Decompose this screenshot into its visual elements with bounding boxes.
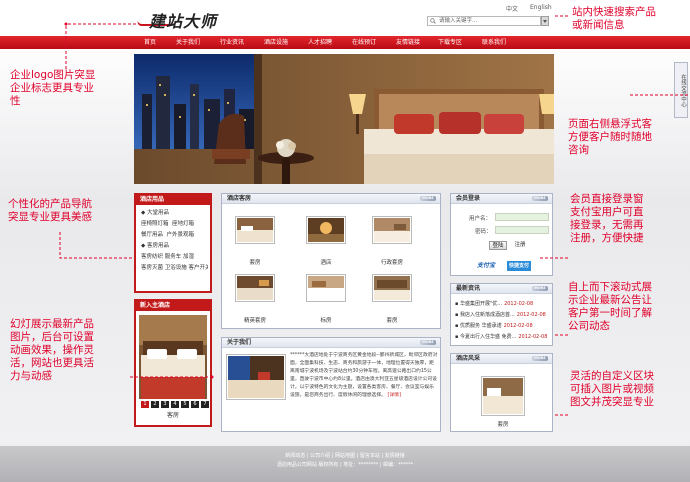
slide-dot[interactable]: 6 xyxy=(191,401,199,408)
room-caption: 标房 xyxy=(320,318,332,324)
room-caption: 酒店 xyxy=(320,260,332,266)
product-nav-item[interactable]: ◆ 大堂用品 xyxy=(141,208,208,219)
slide-dot[interactable]: 3 xyxy=(161,401,169,408)
footer-copyright: 酒店用品公司网站 版权所有 | 地址：******** | 邮编：****** xyxy=(276,462,414,468)
username-field[interactable] xyxy=(495,213,549,221)
search-icon xyxy=(430,18,436,24)
register-button[interactable]: 注册 xyxy=(511,241,529,250)
slide-dot[interactable]: 1 xyxy=(141,401,149,408)
logo-text: 建站大师 xyxy=(149,12,218,31)
room-thumbnail[interactable] xyxy=(235,274,275,302)
about-details-link[interactable]: [详情] xyxy=(387,393,400,398)
search-placeholder: 请输入关键字... xyxy=(439,18,478,24)
nav-links[interactable]: 友情链接 xyxy=(396,36,420,49)
footer-links[interactable]: 新闻动态 | 公司介绍 | 网站地图 | 留言本站 | 友情链接 xyxy=(0,452,690,459)
product-nav-item[interactable]: ◆ 客房用品 xyxy=(141,241,208,252)
room-thumbnail[interactable] xyxy=(306,274,346,302)
footer: 新闻动态 | 公司介绍 | 网站地图 | 留言本站 | 友情链接 酒店用品公司网… xyxy=(0,446,690,482)
lang-chinese-link[interactable]: 中文 xyxy=(506,4,518,13)
password-field[interactable] xyxy=(495,226,549,234)
room-thumbnail[interactable] xyxy=(372,274,412,302)
slide-dot[interactable]: 2 xyxy=(151,401,159,408)
login-more-button[interactable]: MORE xyxy=(532,196,548,201)
floating-chat-tab[interactable]: 在线交流中心 xyxy=(674,62,688,118)
slideshow-panel: 新入主酒店 1 2 3 4 5 6 7 客房 xyxy=(134,299,212,427)
annotation-search: 站内快速搜索产品 或新闻信息 xyxy=(572,6,656,31)
banner-image xyxy=(134,54,554,184)
search-dropdown-button[interactable] xyxy=(541,16,549,26)
room-caption: 套房 xyxy=(386,318,398,324)
news-item[interactable]: ▪ 优质服务 华盛承诺 2012-02-08 xyxy=(455,322,551,329)
custom-block-panel: 酒店风采 MORE 套房 xyxy=(450,353,553,432)
product-nav-item[interactable]: 客房纺织 服务车 加湿 xyxy=(141,252,208,263)
nav-about[interactable]: 关于我们 xyxy=(176,36,200,49)
annotation-logo: 企业logo图片突显 企业标志更具专业 性 xyxy=(10,69,96,107)
password-label: 密码： xyxy=(475,229,492,235)
news-more-button[interactable]: MORE xyxy=(532,286,548,291)
username-label: 用户名： xyxy=(469,216,492,222)
room-caption: 套房 xyxy=(249,260,261,266)
about-panel: 关于我们 MORE ******大酒店地处于宁波商务区黄金地段--鄞州新城区，毗… xyxy=(221,337,441,432)
slide-dot[interactable]: 5 xyxy=(181,401,189,408)
about-title: 关于我们 xyxy=(227,339,252,346)
product-nav-item[interactable]: 餐厅用品 户外景观箱 xyxy=(141,230,208,241)
news-item[interactable]: ▪ 华盛集团开展"优... 2012-02-08 xyxy=(455,300,551,307)
nav-contact[interactable]: 联系我们 xyxy=(482,36,506,49)
room-thumbnail[interactable] xyxy=(235,216,275,244)
about-text: ******大酒店地处于宁波商务区黄金地段--鄞州新城区，毗邻区政府对面，全面集… xyxy=(290,352,438,400)
product-nav-title: 酒店用品 xyxy=(136,195,210,205)
login-panel: 会员登录 MORE 用户名： 密码： 登陆 注册 支付宝 快捷支付 xyxy=(450,193,553,276)
custom-block-image[interactable] xyxy=(481,376,525,416)
rooms-panel: 酒店客房 MORE 套房 酒店 行政套房 精英套房 标房 套房 xyxy=(221,193,441,329)
about-body: ******大酒店地处于宁波商务区黄金地段--鄞州新城区，毗邻区政府对面，全面集… xyxy=(290,353,438,398)
nav-facilities[interactable]: 酒店设施 xyxy=(264,36,288,49)
slideshow-image[interactable] xyxy=(139,315,207,399)
login-button[interactable]: 登陆 xyxy=(489,241,507,250)
product-nav-item[interactable]: 客房灭菌 卫浴设施 客户开关 xyxy=(141,263,208,274)
slideshow-title: 新入主酒店 xyxy=(136,301,210,311)
nav-home[interactable]: 首页 xyxy=(144,36,156,49)
custom-block-caption: 套房 xyxy=(497,422,509,428)
slide-dot[interactable]: 4 xyxy=(171,401,179,408)
annotation-custom-block: 灵活的自定义区块 可插入图片或视频 图文并茂突显专业 xyxy=(570,370,654,408)
main-nav: 首页 关于我们 行业资讯 酒店设施 人才招聘 在线预订 友情链接 下载专区 联系… xyxy=(0,36,690,49)
annotation-login: 会员直接登录窗 支付宝用户可直 接登录，无需再 注册，方便快捷 xyxy=(570,193,644,244)
slide-dot[interactable]: 7 xyxy=(201,401,209,408)
alipay-logo[interactable]: 支付宝 xyxy=(477,261,495,271)
about-more-button[interactable]: MORE xyxy=(420,340,436,345)
rooms-title: 酒店客房 xyxy=(227,195,252,202)
news-panel: 最新资讯 MORE ▪ 华盛集团开展"优... 2012-02-08 ▪ 我店入住… xyxy=(450,283,553,346)
news-title: 最新资讯 xyxy=(456,285,481,292)
nav-booking[interactable]: 在线预订 xyxy=(352,36,376,49)
room-caption: 行政套房 xyxy=(380,260,403,266)
nav-downloads[interactable]: 下载专区 xyxy=(438,36,462,49)
site-logo[interactable]: 建站大师 xyxy=(135,8,227,31)
about-image xyxy=(226,354,286,400)
slideshow-caption: 客房 xyxy=(166,412,179,419)
product-nav-item[interactable]: 座椅照灯箱 座地灯箱 xyxy=(141,219,208,230)
rooms-more-button[interactable]: MORE xyxy=(420,196,436,201)
news-item[interactable]: ▪ 今夏出行入住华盛 免费... 2012-02-08 xyxy=(455,333,551,340)
search-input[interactable]: 请输入关键字... xyxy=(427,16,541,26)
slideshow-pager: 1 2 3 4 5 6 7 xyxy=(141,401,210,408)
quick-pay-badge[interactable]: 快捷支付 xyxy=(507,261,532,271)
news-item[interactable]: ▪ 我店入住新落成酒店首... 2012-02-08 xyxy=(455,311,551,318)
login-title: 会员登录 xyxy=(456,195,481,202)
annotation-product-nav: 个性化的产品导航 突显专业更具美感 xyxy=(8,198,92,223)
nav-jobs[interactable]: 人才招聘 xyxy=(308,36,332,49)
nav-news[interactable]: 行业资讯 xyxy=(220,36,244,49)
annotation-slideshow: 幻灯展示最新产品 图片，后台可设置 动画效果，操作灵 活，网站也更具活 力与动感 xyxy=(10,318,94,382)
annotation-float: 页面右侧悬浮式客 方便客户随时随地 咨询 xyxy=(568,118,652,156)
hotel-room-illustration xyxy=(134,54,554,184)
room-thumbnail[interactable] xyxy=(306,216,346,244)
room-thumbnail[interactable] xyxy=(372,216,412,244)
custom-block-more-button[interactable]: MORE xyxy=(532,356,548,361)
annotation-news: 自上而下滚动式展 示企业最新公告让 客户第一时间了解 公司动态 xyxy=(568,281,652,332)
custom-block-title: 酒店风采 xyxy=(456,355,481,362)
room-caption: 精英套房 xyxy=(243,318,266,324)
lang-english-link[interactable]: English xyxy=(530,4,552,11)
product-nav-panel: 酒店用品 ◆ 大堂用品 座椅照灯箱 座地灯箱 餐厅用品 户外景观箱 ◆ 客房用品… xyxy=(134,193,212,293)
